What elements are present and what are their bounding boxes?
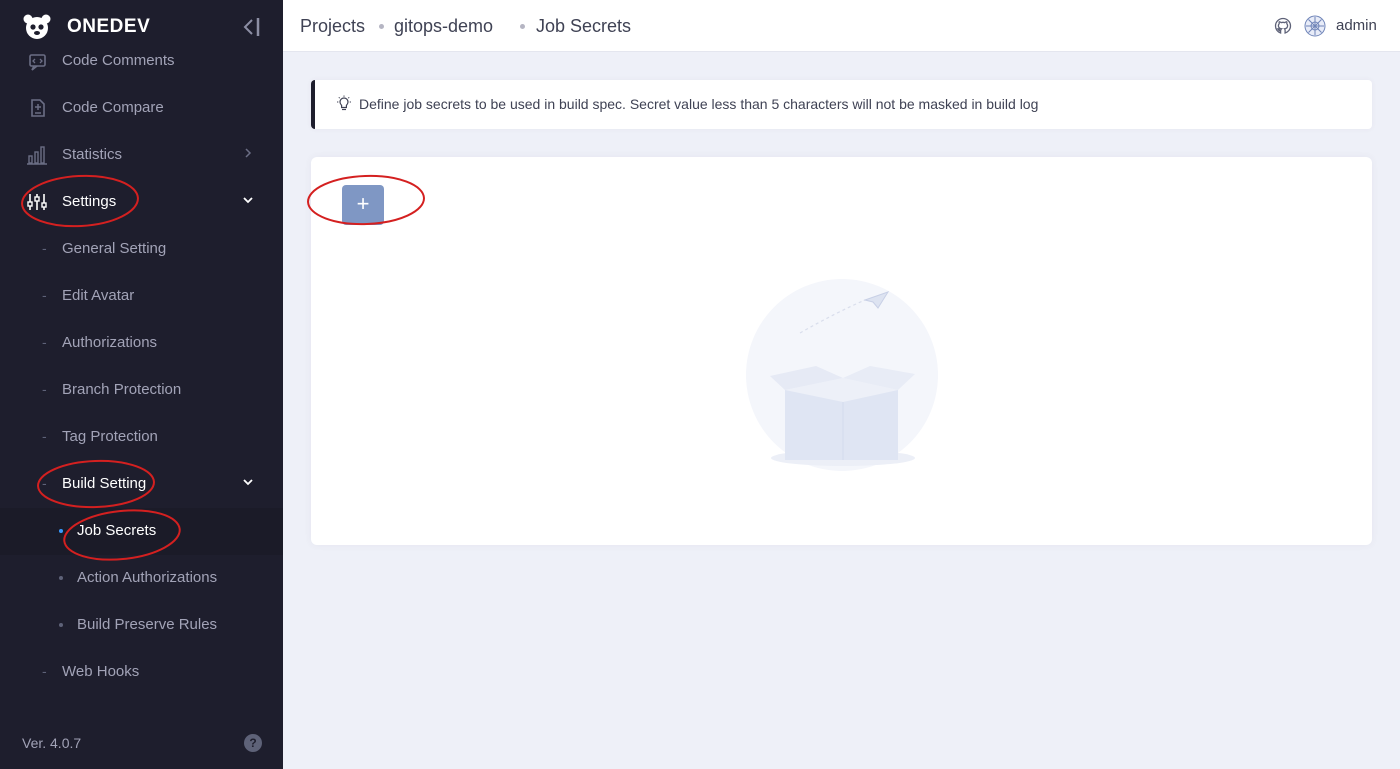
help-icon[interactable]: ? xyxy=(244,734,262,752)
breadcrumb-projects[interactable]: Projects xyxy=(300,16,365,37)
username[interactable]: admin xyxy=(1336,17,1377,34)
sidebar-item-action-authorizations[interactable]: Action Authorizations xyxy=(0,555,283,602)
sidebar-item-label: Code Compare xyxy=(62,99,164,116)
sidebar-nav: Code Comments Code Compare Statistics Se… xyxy=(0,52,283,712)
collapse-sidebar-icon[interactable] xyxy=(240,14,262,40)
sidebar-item-label: Statistics xyxy=(62,146,123,163)
sidebar-item-statistics[interactable]: Statistics xyxy=(0,132,283,179)
sidebar-item-edit-avatar[interactable]: - Edit Avatar xyxy=(0,273,283,320)
sidebar-item-label: Code Comments xyxy=(62,52,175,69)
sidebar-item-label: Web Hooks xyxy=(62,663,140,680)
breadcrumb-project[interactable]: gitops-demo xyxy=(394,16,493,37)
sidebar-item-web-hooks[interactable]: - Web Hooks xyxy=(0,649,283,696)
info-alert: Define job secrets to be used in build s… xyxy=(311,80,1372,129)
alert-message: Define job secrets to be used in build s… xyxy=(359,96,1039,112)
lightbulb-icon xyxy=(337,95,351,111)
version-label: Ver. 4.0.7 xyxy=(22,735,82,751)
sidebar-item-general-setting[interactable]: - General Setting xyxy=(0,226,283,273)
sidebar-item-label: Authorizations xyxy=(62,334,158,351)
chevron-down-icon xyxy=(243,197,253,204)
user-avatar-icon[interactable] xyxy=(1304,15,1326,37)
breadcrumb-separator xyxy=(520,24,525,29)
sidebar-item-label: Build Preserve Rules xyxy=(77,616,218,633)
code-compare-icon xyxy=(31,99,45,117)
sidebar-item-label: Job Secrets xyxy=(77,522,157,539)
sidebar-item-label: Action Authorizations xyxy=(77,569,218,586)
sidebar-item-settings[interactable]: Settings xyxy=(0,179,283,226)
sidebar-item-label: General Setting xyxy=(62,240,167,257)
sidebar-item-label: Branch Protection xyxy=(62,381,182,398)
sidebar-item-code-compare[interactable]: Code Compare xyxy=(0,85,283,132)
onedev-logo-icon xyxy=(23,14,51,39)
statistics-icon xyxy=(27,146,47,165)
sidebar-item-label: Build Setting xyxy=(62,475,147,492)
sidebar-item-branch-protection[interactable]: - Branch Protection xyxy=(0,367,283,414)
sidebar-footer: Ver. 4.0.7 xyxy=(0,712,283,769)
sidebar-item-authorizations[interactable]: - Authorizations xyxy=(0,320,283,367)
sidebar-item-build-setting[interactable]: - Build Setting xyxy=(0,461,283,508)
sidebar: ONEDEV Code Comments Code Compare Statis… xyxy=(0,0,283,769)
sidebar-item-job-secrets[interactable]: Job Secrets xyxy=(0,508,283,555)
add-secret-button[interactable]: + xyxy=(342,185,384,225)
brand: ONEDEV xyxy=(0,0,283,52)
settings-sliders-icon xyxy=(27,194,47,210)
chevron-down-icon xyxy=(243,479,253,486)
github-icon[interactable] xyxy=(1274,17,1292,35)
sidebar-item-label: Settings xyxy=(62,193,117,210)
sidebar-item-code-comments[interactable]: Code Comments xyxy=(0,52,283,85)
breadcrumb-separator xyxy=(379,24,384,29)
chevron-right-icon xyxy=(245,148,252,158)
brand-name: ONEDEV xyxy=(67,16,151,37)
sidebar-item-label: Edit Avatar xyxy=(62,287,135,304)
sidebar-item-label: Tag Protection xyxy=(62,428,158,445)
empty-box-icon xyxy=(746,279,938,471)
breadcrumb-current: Job Secrets xyxy=(536,16,632,36)
sidebar-item-tag-protection[interactable]: - Tag Protection xyxy=(0,414,283,461)
code-comments-icon xyxy=(29,54,46,71)
sidebar-item-build-preserve-rules[interactable]: Build Preserve Rules xyxy=(0,602,283,649)
